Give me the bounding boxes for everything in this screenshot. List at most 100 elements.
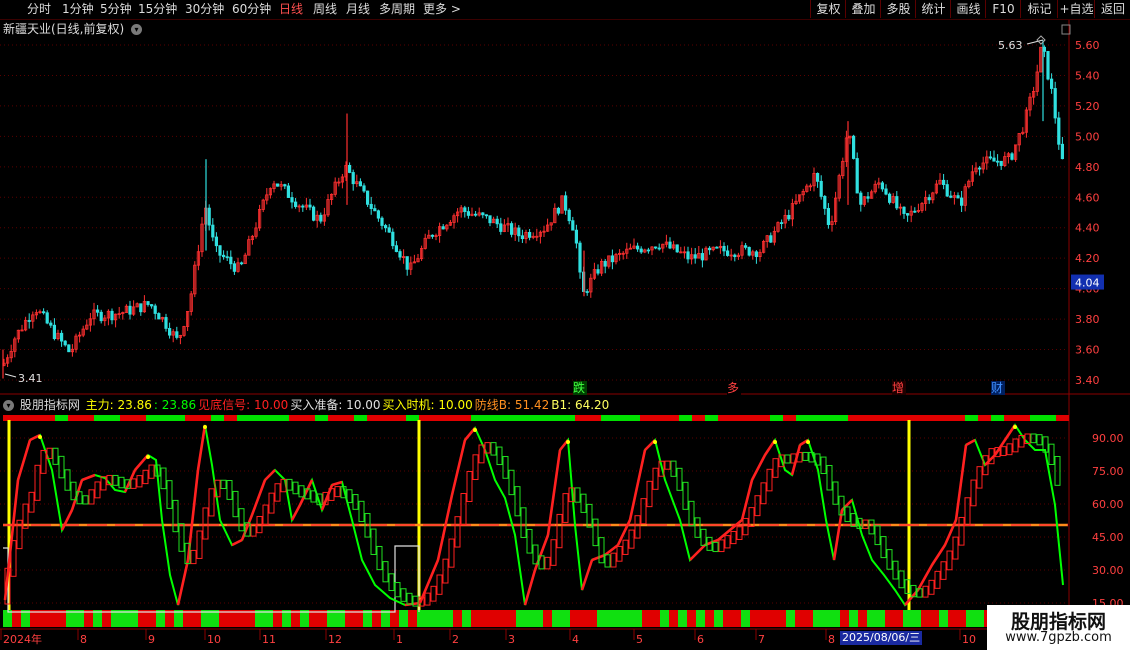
price-axis-label: 4.20 [1075,252,1100,265]
ladder-cell [652,467,659,490]
time-axis-label: 10 [207,633,221,646]
main-force-rise [750,454,767,481]
main-force-rise [196,424,207,471]
ladder-cell [298,485,305,498]
time-axis-label: 4 [572,633,579,646]
signal-strip-cell [575,415,588,421]
bottom-strip-cell [669,610,678,627]
bottom-strip-cell [399,610,408,627]
ladder-cell [724,535,731,549]
main-force-rise [418,559,440,604]
candle-body [906,213,910,216]
time-axis-label: 12 [328,633,342,646]
ladder-cell [28,491,35,513]
bottom-strip-cell [939,610,948,627]
time-axis-label: 3 [508,633,515,646]
bottom-strip-cell [561,610,570,627]
peak-marker [203,425,207,429]
bottom-strip-cell [552,610,561,627]
ladder-cell [880,536,887,559]
ladder-cell [292,481,299,495]
main-force-rise [176,559,190,606]
signal-strip-cell [627,415,640,421]
bottom-strip-cell [444,610,453,627]
bottom-strip-cell [471,610,480,627]
ladder-cell [940,561,947,580]
bottom-strip-cell [570,610,579,627]
bottom-strip-cell [507,610,516,627]
signal-strip-cell [237,415,250,421]
candle-body [1046,50,1050,80]
ladder-cell [472,454,479,480]
candle-body [654,246,658,249]
signal-strip-cell [341,415,354,421]
ladder-cell [268,492,275,514]
ladder-cell [508,469,515,496]
chart-canvas[interactable]: 5.605.405.205.004.804.604.404.204.003.80… [0,0,1130,650]
candle-body [978,167,982,170]
signal-strip-cell [406,415,419,421]
watermark: 股朋指标网 www.7gpzb.com [987,605,1130,650]
signal-strip-cell [848,415,861,421]
ladder-cell [682,481,689,510]
ladder-cell [544,556,551,570]
signal-strip-cell [822,415,835,421]
bottom-strip-cell [795,610,804,627]
ladder-cell [436,574,443,595]
main-force-rise [546,449,562,536]
candle-body [700,253,705,261]
ladder-cell [886,549,893,570]
candle-body [603,260,607,267]
candle-body [816,173,820,182]
bottom-strip-cell [975,610,984,627]
candle-body [301,205,305,208]
high-price-annotation: 5.63 [998,39,1023,52]
main-force-rise [60,509,74,531]
ladder-cell [616,545,623,562]
main-force-rise [533,534,550,571]
candle-body [96,309,100,313]
ladder-cell [622,539,629,555]
candle-body [826,208,831,225]
signal-strip-cell [757,415,770,421]
ladder-cell [562,493,569,523]
candle-body [769,235,773,243]
candle-body [596,269,600,274]
signal-strip-cell [510,415,523,421]
peak-marker [146,455,150,459]
buy-prep-line [3,545,420,613]
candle-body [1053,88,1057,119]
candle-body [157,313,161,320]
signal-strip-cell [614,415,627,421]
ladder-cell [466,470,473,502]
bottom-strip-cell [498,610,507,627]
ladder-cell [136,475,143,488]
event-tag: 增 [892,381,904,395]
bottom-strip-cell [858,610,867,627]
ladder-cell [670,460,677,477]
candle-body [394,245,399,252]
signal-strip-cell [354,415,367,421]
candle-body [1060,143,1064,160]
ladder-cell [406,592,413,605]
watermark-url: www.7gpzb.com [1005,630,1112,645]
ladder-cell [760,482,767,505]
signal-strip-cell [42,415,55,421]
bottom-strip-cell [705,610,714,627]
candle-body [517,227,521,237]
bottom-strip-cell [543,610,552,627]
candle-body [214,236,218,247]
candle-body [528,232,532,238]
bottom-strip-cell [732,610,741,627]
bottom-strip-cell [453,610,462,627]
signal-strip-cell [172,415,185,421]
main-force-rise [628,449,647,521]
candle-body [956,195,960,199]
time-axis-label: 10 [962,633,976,646]
candle-body [884,188,888,195]
signal-strip-cell [16,415,29,421]
candle-body [441,226,445,230]
signal-strip-cell [484,415,497,421]
time-axis-label: 1 [396,633,403,646]
ladder-cell [556,513,563,549]
